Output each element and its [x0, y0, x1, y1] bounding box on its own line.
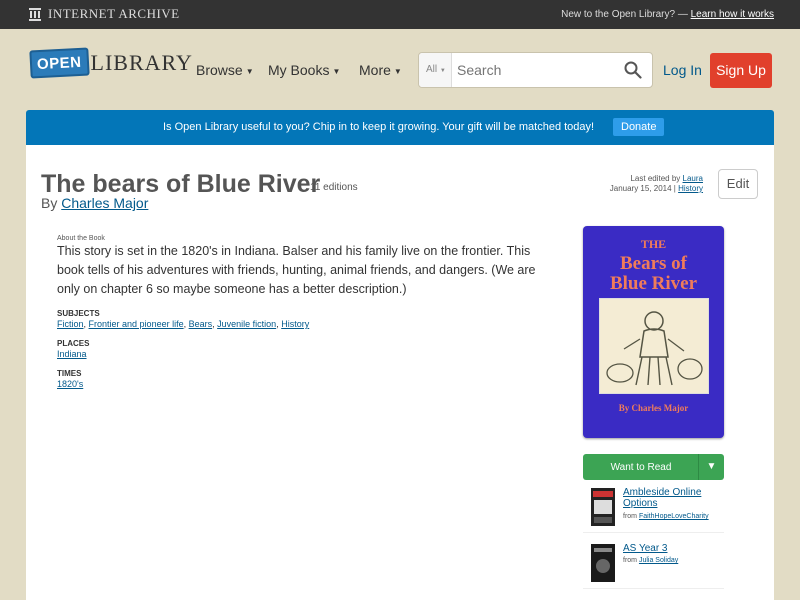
book-description: This story is set in the 1820's in India… [57, 244, 536, 296]
want-to-read-label: Want to Read [610, 462, 672, 473]
reading-list-dropdown[interactable]: ▼ [698, 454, 724, 480]
list-owner-link[interactable]: Julia Soliday [639, 557, 678, 564]
search-bar: All ▼ [418, 52, 653, 88]
cover-title-line: Blue River [609, 273, 698, 294]
open-library-logo[interactable]: OPEN LIBRARY [29, 47, 193, 79]
subject-link[interactable]: Frontier and pioneer life [89, 319, 184, 329]
subjects-list: Fiction, Frontier and pioneer life, Bear… [57, 319, 310, 329]
about-book-label: About the Book [57, 235, 105, 242]
nav-browse-label: Browse [196, 62, 243, 78]
subjects-label: Subjects [57, 309, 100, 318]
logo-library-text: LIBRARY [90, 50, 193, 75]
list-from-label: from [623, 513, 637, 520]
subject-link[interactable]: Juvenile fiction [217, 319, 276, 329]
history-link[interactable]: History [678, 184, 703, 193]
list-item[interactable]: Ambleside Online Options from FaithHopeL… [583, 485, 724, 533]
editions-count[interactable]: 11 editions [310, 182, 358, 193]
list-cover-thumbnail [591, 544, 615, 582]
nav-my-books[interactable]: My Books ▼ [268, 62, 340, 78]
signup-button[interactable]: Sign Up [710, 53, 772, 88]
subject-link[interactable]: Fiction [57, 319, 84, 329]
edited-date: January 15, 2014 | [609, 184, 676, 193]
byline-prefix: By [41, 195, 58, 211]
list-cover-thumbnail [591, 488, 615, 526]
list-item[interactable]: AS Year 3 from Julia Soliday [583, 541, 724, 589]
new-user-text: New to the Open Library? — [561, 9, 688, 20]
times-label: Times [57, 369, 82, 378]
donate-button[interactable]: Donate [613, 118, 665, 136]
nav-more-label: More [359, 62, 391, 78]
list-name-link[interactable]: Ambleside Online Options [623, 487, 724, 509]
logo-open-sign: OPEN [29, 47, 90, 79]
list-owner: from FaithHopeLoveCharity [623, 513, 709, 520]
times-section: Times 1820's [57, 369, 83, 389]
time-link[interactable]: 1820's [57, 379, 83, 389]
places-section: Places Indiana [57, 339, 89, 359]
editor-link[interactable]: Laura [683, 174, 703, 183]
chevron-down-icon: ▼ [245, 66, 254, 76]
list-name-link[interactable]: AS Year 3 [623, 543, 667, 554]
login-link[interactable]: Log In [663, 62, 702, 78]
donate-message: Is Open Library useful to you? Chip in t… [163, 121, 595, 133]
archive-building-icon [29, 8, 41, 21]
nav-more[interactable]: More ▼ [359, 62, 402, 78]
last-edited-info: Last edited by Laura January 15, 2014 | … [610, 174, 703, 194]
chevron-down-icon: ▼ [706, 461, 717, 472]
book-page-card: The bears of Blue River 11 editions By C… [26, 145, 774, 600]
book-byline: By Charles Major [41, 195, 148, 211]
nav-browse[interactable]: Browse ▼ [196, 62, 254, 78]
search-facet-select[interactable]: All ▼ [419, 53, 452, 87]
cover-title-line: Bears of [619, 253, 687, 274]
donate-banner: Is Open Library useful to you? Chip in t… [26, 110, 774, 145]
list-owner: from Julia Soliday [623, 557, 678, 564]
author-link[interactable]: Charles Major [61, 195, 148, 211]
list-owner-link[interactable]: FaithHopeLoveCharity [639, 513, 709, 520]
chevron-down-icon: ▼ [393, 66, 402, 76]
pioneer-bear-illustration-icon [606, 311, 703, 386]
cover-author: By Charles Major [618, 403, 689, 413]
subject-link[interactable]: History [281, 319, 309, 329]
nav-my-books-label: My Books [268, 62, 330, 78]
book-cover[interactable]: THE Bears of Blue River By Charles Major [583, 226, 724, 438]
list-from-label: from [623, 557, 637, 564]
place-link[interactable]: Indiana [57, 349, 87, 359]
want-to-read-button[interactable]: Want to Read ▼ [583, 454, 724, 480]
new-user-prompt: New to the Open Library? — Learn how it … [561, 9, 774, 20]
edit-button[interactable]: Edit [718, 169, 758, 199]
subjects-section: Subjects Fiction, Frontier and pioneer l… [57, 309, 309, 329]
chevron-down-icon: ▼ [439, 68, 446, 74]
internet-archive-label: Internet Archive [48, 6, 180, 21]
last-edited-label: Last edited by [630, 174, 681, 183]
cover-illustration [599, 298, 709, 394]
internet-archive-logo[interactable]: Internet Archive [28, 6, 180, 22]
learn-how-link[interactable]: Learn how it works [691, 9, 774, 20]
places-label: Places [57, 339, 90, 348]
subject-link[interactable]: Bears [189, 319, 213, 329]
search-facet-label: All [426, 64, 438, 75]
cover-the: THE [640, 237, 667, 251]
internet-archive-bar: Internet Archive New to the Open Library… [0, 0, 800, 29]
search-input[interactable] [457, 61, 617, 79]
site-header: OPEN LIBRARY Browse ▼ My Books ▼ More ▼ All… [0, 29, 800, 109]
search-icon[interactable] [624, 61, 642, 79]
chevron-down-icon: ▼ [332, 66, 341, 76]
cover-title: THE Bears of Blue River [583, 234, 724, 294]
